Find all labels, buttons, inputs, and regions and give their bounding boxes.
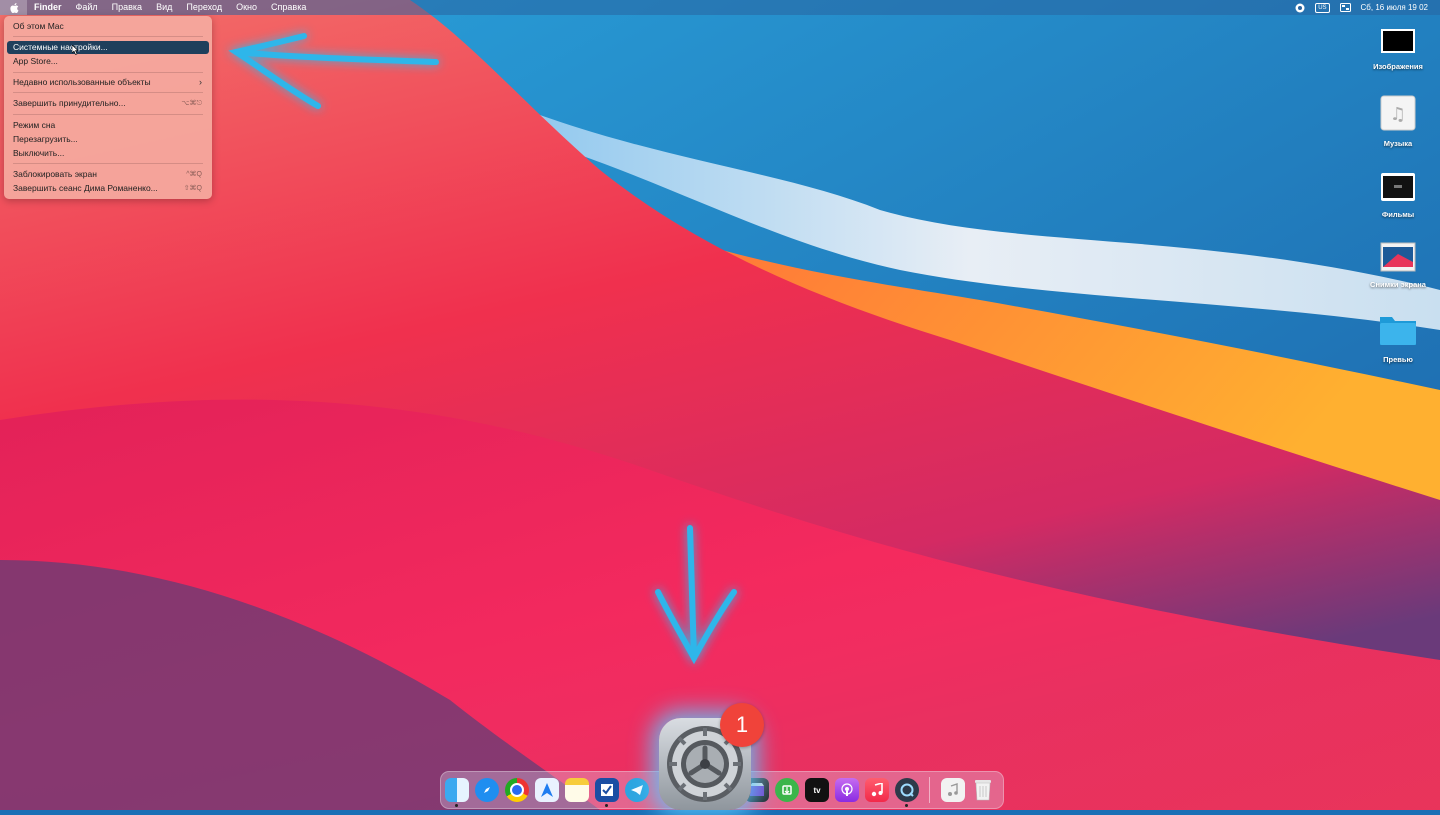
menu-item-lock-screen[interactable]: Заблокировать экран ^⌘Q [7, 168, 209, 181]
dock-music-icon[interactable] [865, 778, 889, 802]
movies-folder-icon [1381, 173, 1415, 201]
submenu-chevron-icon: › [199, 77, 202, 87]
dock-notes-icon[interactable] [565, 778, 589, 802]
running-indicator [605, 804, 608, 807]
dock-music-document-icon[interactable] [941, 778, 965, 802]
desktop-icon-music[interactable]: ♫ Музыка [1358, 95, 1438, 148]
dock-downloader-icon[interactable] [775, 778, 799, 802]
menu-item-recent-items[interactable]: Недавно использованные объекты › [7, 76, 209, 89]
dock-navigator-icon[interactable] [535, 778, 559, 802]
dock-divider [929, 777, 930, 803]
shortcut-force-quit: ⌥⌘⎋ [181, 100, 202, 107]
chrome-center-icon [510, 783, 524, 797]
dock-safari-icon[interactable] [475, 778, 499, 802]
menu-separator [13, 36, 203, 37]
apple-tv-label: tv [813, 785, 821, 795]
screenshots-folder-icon [1380, 242, 1416, 272]
menu-item-restart[interactable]: Перезагрузить... [7, 133, 209, 146]
menu-separator [13, 72, 203, 73]
dock-quicktime-icon[interactable] [895, 778, 919, 802]
menu-item-sleep[interactable]: Режим сна [7, 119, 209, 132]
menu-item-shut-down[interactable]: Выключить... [7, 147, 209, 160]
desktop-icon-label: Фильмы [1381, 210, 1415, 219]
menu-separator [13, 163, 203, 164]
desktop-icon-label: Музыка [1383, 139, 1413, 148]
desktop-icon-images[interactable]: Изображения [1358, 28, 1438, 71]
menu-view[interactable]: Вид [149, 0, 179, 15]
dock-apple-tv-icon[interactable]: tv [805, 778, 829, 802]
apple-dropdown-menu: Об этом Mac Системные настройки... App S… [4, 16, 212, 199]
menu-finder[interactable]: Finder [27, 0, 69, 15]
dock-tasks-icon[interactable] [595, 778, 619, 802]
menu-item-force-quit[interactable]: Завершить принудительно... ⌥⌘⎋ [7, 97, 209, 110]
menu-separator [13, 114, 203, 115]
desktop-icon-preview[interactable]: Превью [1358, 313, 1438, 364]
desktop-icon-label: Превью [1383, 355, 1413, 364]
desktop-wallpaper [0, 0, 1440, 810]
dock-telegram-icon[interactable] [625, 778, 649, 802]
menu-go[interactable]: Переход [179, 0, 229, 15]
menu-window[interactable]: Окно [229, 0, 264, 15]
notification-badge: 1 [720, 703, 764, 747]
screen-record-icon[interactable] [1295, 3, 1305, 13]
apple-logo-icon [10, 2, 19, 13]
mouse-cursor-icon [72, 45, 79, 55]
running-indicator [905, 804, 908, 807]
menu-item-log-out[interactable]: Завершить сеанс Дима Романенко... ⇧⌘Q [7, 182, 209, 195]
desktop-icon-label: Изображения [1373, 62, 1423, 71]
apple-menu-button[interactable] [0, 0, 27, 15]
desktop-icon-movies[interactable]: Фильмы [1358, 172, 1438, 219]
running-indicator [455, 804, 458, 807]
dock-chrome-icon[interactable] [505, 778, 529, 802]
menu-item-system-preferences[interactable]: Системные настройки... [7, 41, 209, 54]
keyboard-layout-indicator[interactable]: US [1315, 2, 1330, 13]
dock-podcasts-icon[interactable] [835, 778, 859, 802]
dock-trash-icon[interactable] [971, 778, 995, 802]
menu-bar: Finder Файл Правка Вид Переход Окно Спра… [0, 0, 1440, 15]
dock-finder-icon[interactable] [445, 778, 469, 802]
menu-separator [13, 92, 203, 93]
desktop-icon-screenshots[interactable]: Снимки экрана [1358, 242, 1438, 289]
shortcut-log-out: ⇧⌘Q [183, 185, 202, 192]
menu-help[interactable]: Справка [264, 0, 313, 15]
control-center-icon[interactable] [1339, 3, 1351, 12]
menu-file[interactable]: Файл [69, 0, 105, 15]
svg-text:♫: ♫ [1390, 104, 1406, 125]
music-file-icon: ♫ [1380, 95, 1416, 131]
desktop-icon-label: Снимки экрана [1370, 280, 1426, 289]
folder-icon [1380, 317, 1416, 345]
menu-extras: US Сб, 16 июля 19 02 [1295, 0, 1428, 15]
menu-item-about-mac[interactable]: Об этом Mac [7, 20, 209, 33]
menu-edit[interactable]: Правка [105, 0, 149, 15]
shortcut-lock-screen: ^⌘Q [186, 171, 202, 178]
menu-item-app-store[interactable]: App Store... [7, 55, 209, 68]
images-folder-icon [1381, 29, 1415, 53]
menubar-clock[interactable]: Сб, 16 июля 19 02 [1361, 3, 1428, 12]
